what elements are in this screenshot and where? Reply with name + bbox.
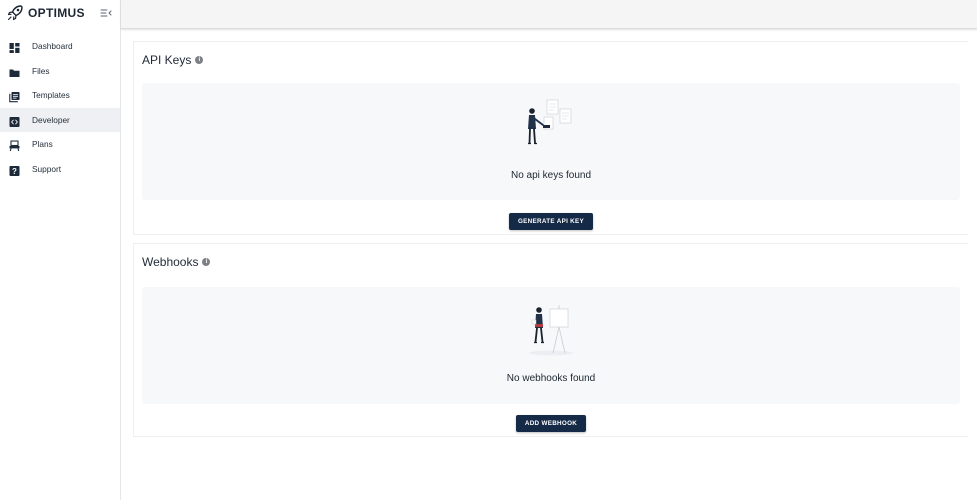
empty-state-message: No webhooks found [506, 373, 596, 384]
svg-text:?: ? [12, 167, 17, 176]
rocket-icon [6, 4, 24, 22]
sidebar-item-label: Dashboard [32, 41, 73, 52]
sidebar-item-dashboard[interactable]: Dashboard [0, 34, 120, 59]
sidebar-item-templates[interactable]: Templates [0, 83, 120, 108]
dashboard-icon [9, 41, 20, 54]
api-keys-card: API Keys i No api keys found GENERATE AP… [133, 41, 968, 235]
webhooks-card: Webhooks i No webhooks found ADD WEBHOOK [133, 243, 968, 437]
plans-icon [9, 139, 20, 152]
sidebar-item-support[interactable]: ? Support [0, 157, 120, 182]
brand-name: OPTIMUS [28, 6, 85, 20]
section-title: API Keys [142, 53, 192, 67]
api-keys-empty-state: No api keys found [142, 83, 960, 200]
info-icon[interactable]: i [202, 258, 211, 266]
code-icon [9, 114, 20, 127]
folder-icon [9, 65, 20, 77]
webhooks-header: Webhooks i [142, 255, 211, 269]
help-icon: ? [9, 163, 20, 176]
top-bar [121, 0, 977, 29]
empty-illustration [520, 97, 582, 153]
webhooks-empty-state: No webhooks found [142, 287, 960, 404]
generate-api-key-button[interactable]: GENERATE API KEY [509, 213, 593, 230]
sidebar-item-label: Files [32, 65, 50, 76]
add-webhook-button[interactable]: ADD WEBHOOK [516, 415, 586, 432]
sidebar: OPTIMUS Dashboard Files Templates Develo… [0, 0, 121, 500]
menu-collapse-icon[interactable] [100, 6, 112, 18]
empty-illustration [520, 301, 582, 357]
sidebar-item-files[interactable]: Files [0, 59, 120, 84]
sidebar-item-label: Developer [32, 114, 70, 125]
sidebar-item-label: Plans [32, 139, 53, 150]
info-icon[interactable]: i [195, 56, 204, 64]
sidebar-item-plans[interactable]: Plans [0, 132, 120, 157]
sidebar-item-label: Templates [32, 90, 70, 101]
sidebar-item-label: Support [32, 163, 62, 174]
brand-logo[interactable]: OPTIMUS [6, 4, 85, 22]
section-title: Webhooks [142, 255, 199, 269]
templates-icon [9, 90, 20, 103]
api-keys-header: API Keys i [142, 53, 204, 67]
empty-state-message: No api keys found [510, 170, 592, 181]
sidebar-nav: Dashboard Files Templates Developer Plan… [0, 34, 120, 181]
sidebar-item-developer[interactable]: Developer [0, 107, 120, 132]
